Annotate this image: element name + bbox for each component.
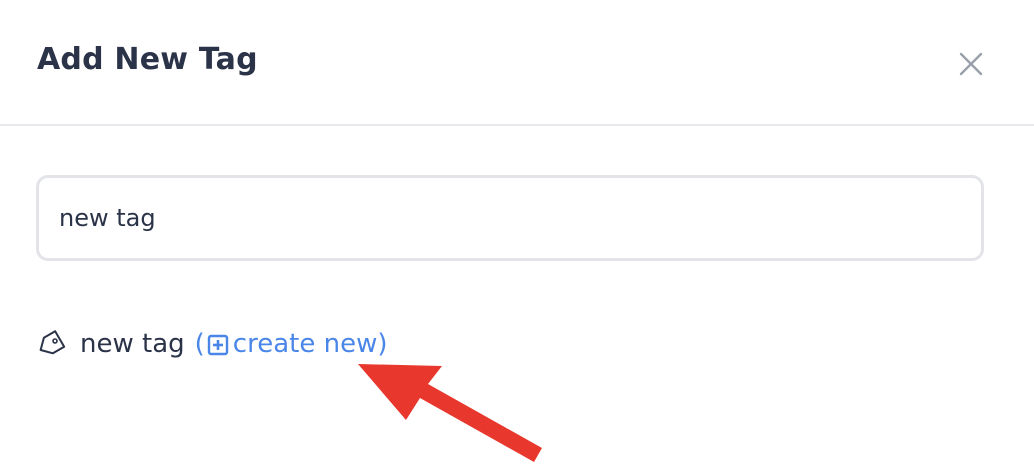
suggested-tag-name: new tag <box>80 329 185 359</box>
close-icon[interactable] <box>956 49 986 79</box>
plus-square-icon <box>207 333 229 356</box>
create-new-link[interactable]: ( create new ) <box>195 329 388 359</box>
close-paren: ) <box>377 329 388 359</box>
dialog-title: Add New Tag <box>37 42 258 77</box>
open-paren: ( <box>194 329 205 359</box>
annotation-arrow <box>358 364 542 462</box>
tag-name-input[interactable] <box>36 175 984 261</box>
add-tag-dialog: Add New Tag new tag ( <box>0 0 1034 472</box>
create-new-label: create new <box>232 329 378 359</box>
tag-suggestion[interactable]: new tag ( create new ) <box>36 322 388 366</box>
dialog-header: Add New Tag <box>0 0 1034 126</box>
tag-icon <box>36 329 66 359</box>
